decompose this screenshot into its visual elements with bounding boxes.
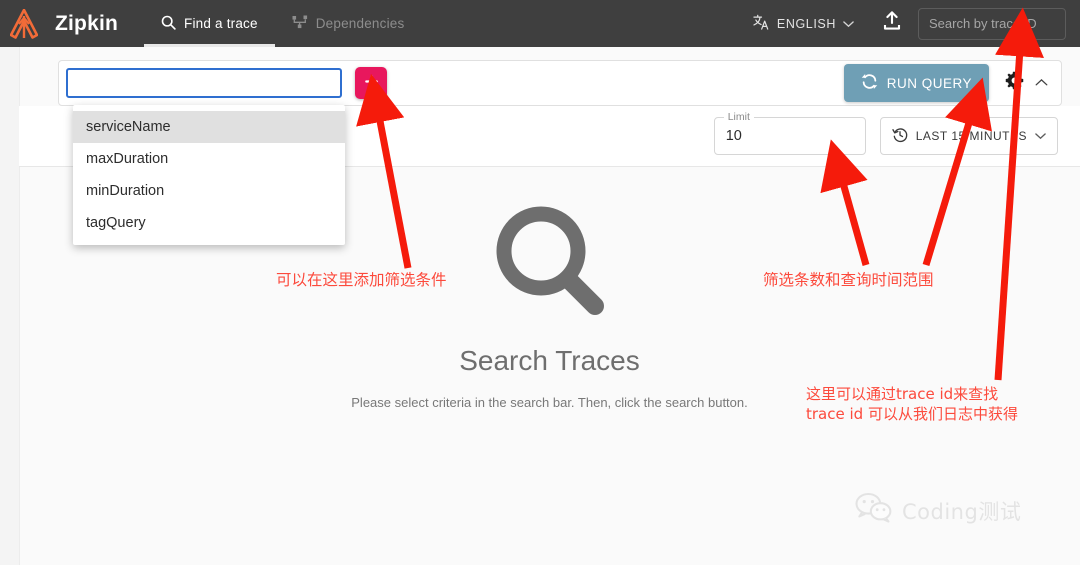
run-query-label: RUN QUERY [886,75,972,91]
dependency-tree-icon [292,15,308,33]
zipkin-app: Zipkin Find a trace Dependencies ENGLISH… [0,0,1080,565]
top-navbar: Zipkin Find a trace Dependencies ENGLISH… [0,0,1080,47]
nav-tab-find-a-trace[interactable]: Find a trace [144,0,275,47]
translate-icon [753,14,770,33]
dropdown-item-maxduration[interactable]: maxDuration [73,143,345,175]
nav-tab-label: Dependencies [315,16,405,31]
annotation-traceid-text: 这里可以通过trace id来查找 trace id 可以从我们日志中获得 [806,384,1018,425]
nav-tabs: Find a trace Dependencies [144,0,421,47]
dropdown-item-label: tagQuery [86,215,146,231]
dropdown-item-label: minDuration [86,183,165,199]
chevron-up-icon[interactable] [1035,74,1048,92]
search-bar: RUN QUERY [58,60,1062,106]
limit-label: Limit [723,111,754,123]
annotation-traceid-line2: trace id 可以从我们日志中获得 [806,405,1018,424]
run-query-button[interactable]: RUN QUERY [843,64,989,102]
gear-icon[interactable] [1005,71,1024,95]
limit-field[interactable]: Limit [713,111,866,155]
upload-icon [882,11,902,36]
annotation-filter-text: 可以在这里添加筛选条件 [276,271,447,289]
dropdown-item-minduration[interactable]: minDuration [73,175,345,207]
zipkin-logo-icon[interactable] [0,0,47,47]
time-range-label: LAST 15 MINUTES [915,129,1027,143]
plus-icon [364,74,379,93]
limit-input[interactable] [725,128,854,144]
dropdown-item-tagquery[interactable]: tagQuery [73,207,345,239]
watermark-text: Coding测试 [902,499,1022,524]
empty-state-subtitle: Please select criteria in the search bar… [351,395,748,410]
dropdown-item-label: serviceName [86,119,171,135]
empty-state-title: Search Traces [459,345,640,376]
chevron-down-icon [1035,129,1046,143]
annotation-limit-text: 筛选条数和查询时间范围 [763,271,934,289]
dropdown-item-label: maxDuration [86,151,169,167]
upload-trace-button[interactable] [862,5,918,42]
trace-id-search-input[interactable] [918,7,1066,40]
magnifier-icon [487,200,613,331]
time-range-selector[interactable]: LAST 15 MINUTES [879,117,1058,155]
nav-tab-label: Find a trace [184,16,258,31]
sync-refresh-icon [861,73,878,93]
annotation-traceid-line1: 这里可以通过trace id来查找 [806,385,999,403]
search-settings-group[interactable] [989,71,1054,95]
navbar-right-group: ENGLISH [745,5,1080,42]
criteria-input[interactable] [66,68,342,98]
criteria-dropdown: serviceName maxDuration minDuration tagQ… [73,105,345,245]
watermark: Coding测试 [855,492,1021,529]
language-label: ENGLISH [776,16,836,31]
nav-tab-dependencies[interactable]: Dependencies [275,0,422,47]
language-selector[interactable]: ENGLISH [745,8,862,39]
search-icon [161,15,176,33]
brand-title: Zipkin [55,11,119,35]
history-clock-icon [891,127,908,146]
add-criterion-button[interactable] [355,67,387,99]
wechat-icon [855,492,893,529]
chevron-down-icon [843,17,854,31]
dropdown-item-servicename[interactable]: serviceName [73,111,345,143]
